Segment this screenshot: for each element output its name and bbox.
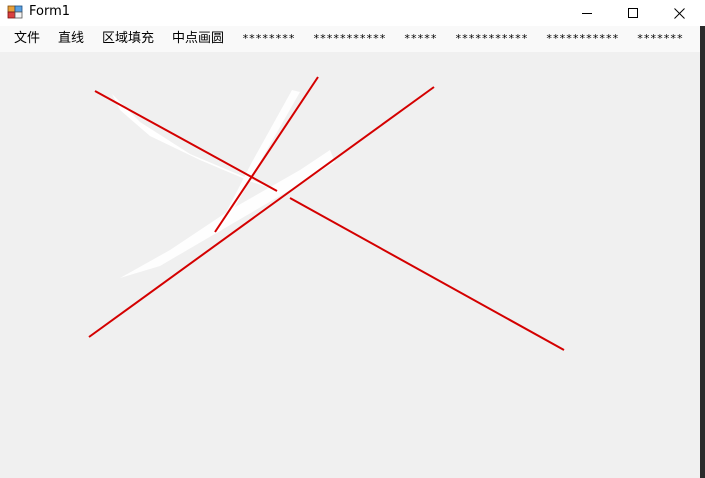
minimize-button[interactable] <box>564 0 610 26</box>
menu-item-8[interactable]: *********** <box>446 26 537 52</box>
menu-bar: 文件 直线 区域填充 中点画圆 ******** *********** ***… <box>0 26 705 52</box>
canvas-svg <box>88 76 565 351</box>
menu-midpoint-circle[interactable]: 中点画圆 <box>163 26 233 52</box>
menu-file[interactable]: 文件 <box>5 26 49 52</box>
menu-area-fill[interactable]: 区域填充 <box>93 26 163 52</box>
window-right-border <box>700 26 705 478</box>
form1-window: Form1 文件 直线 区域填充 中点画圆 ******** *********… <box>0 0 705 478</box>
red-line-2 <box>289 197 565 351</box>
red-line-1 <box>94 90 278 192</box>
menu-item-10[interactable]: ******* <box>628 26 692 52</box>
minimize-icon <box>582 8 592 18</box>
menu-item-6[interactable]: *********** <box>304 26 395 52</box>
app-icon <box>7 4 23 20</box>
close-button[interactable] <box>656 0 702 26</box>
drawing-canvas[interactable] <box>0 52 700 478</box>
maximize-button[interactable] <box>610 0 656 26</box>
maximize-icon <box>628 8 638 18</box>
menu-item-5[interactable]: ******** <box>233 26 304 52</box>
close-icon <box>673 7 685 19</box>
window-title: Form1 <box>29 4 71 19</box>
menu-item-7[interactable]: ***** <box>395 26 446 52</box>
menu-item-9[interactable]: *********** <box>537 26 628 52</box>
title-bar[interactable]: Form1 <box>0 0 705 26</box>
menu-line[interactable]: 直线 <box>49 26 93 52</box>
